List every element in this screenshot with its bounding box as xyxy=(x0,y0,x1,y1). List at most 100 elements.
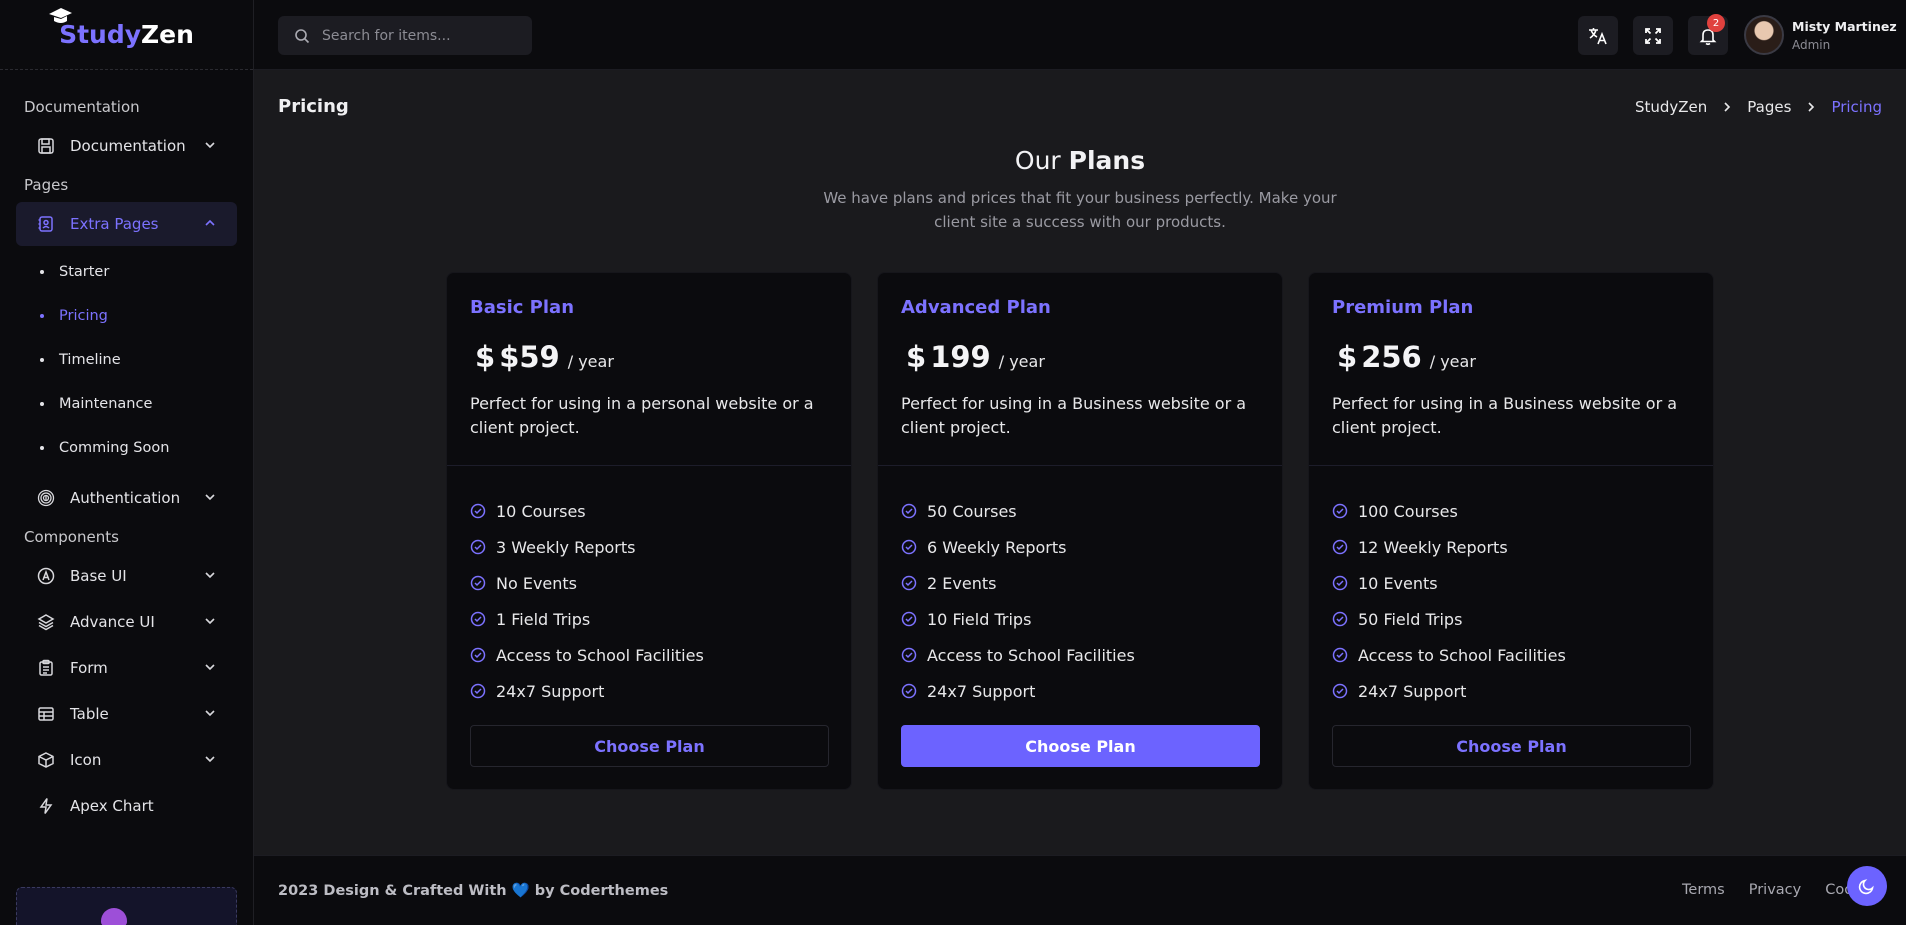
sidebar-item-extra-pages[interactable]: Extra Pages xyxy=(16,202,237,246)
sidebar-item-icon[interactable]: Icon xyxy=(16,738,237,782)
graduation-cap-icon xyxy=(49,8,73,23)
topbar: 2 Misty Martinez Admin xyxy=(254,0,1906,70)
plan-features: 50 Courses 6 Weekly Reports 2 Events 10 … xyxy=(878,466,1282,709)
plan-card-header: Basic Plan $ $59 / year Perfect for usin… xyxy=(447,273,851,466)
lightning-icon xyxy=(36,796,56,816)
footer-link-terms[interactable]: Terms xyxy=(1682,882,1725,898)
sidebar-item-label: Documentation xyxy=(70,137,186,155)
feature-item: 10 Field Trips xyxy=(901,601,1259,637)
user-menu[interactable]: Misty Martinez Admin xyxy=(1744,15,1897,55)
menu-section-documentation: Documentation xyxy=(24,98,140,116)
feature-label: Access to School Facilities xyxy=(496,645,704,665)
logo-text-zen: Zen xyxy=(141,20,194,49)
breadcrumb-item-pages[interactable]: Pages xyxy=(1747,98,1791,116)
footer-link-privacy[interactable]: Privacy xyxy=(1749,882,1802,898)
submenu-item-coming-soon[interactable]: Comming Soon xyxy=(0,426,253,470)
feature-label: 100 Courses xyxy=(1358,501,1458,521)
submenu-item-starter[interactable]: Starter xyxy=(0,250,253,294)
sidebar-item-authentication[interactable]: Authentication xyxy=(16,476,237,520)
sidebar-item-table[interactable]: Table xyxy=(16,692,237,736)
feature-label: 10 Courses xyxy=(496,501,586,521)
footer-text-after: by Coderthemes xyxy=(529,883,669,899)
chevron-down-icon xyxy=(205,494,215,501)
feature-item: 1 Field Trips xyxy=(470,601,828,637)
plan-card-premium: Premium Plan $ 256 / year Perfect for us… xyxy=(1308,272,1714,790)
feature-item: Access to School Facilities xyxy=(901,637,1259,673)
chevron-down-icon xyxy=(205,618,215,625)
check-circle-icon xyxy=(1332,575,1348,591)
theme-toggle-button[interactable] xyxy=(1847,866,1887,906)
plan-card-header: Advanced Plan $ 199 / year Perfect for u… xyxy=(878,273,1282,466)
plan-description: Perfect for using in a Business website … xyxy=(901,394,1247,437)
notifications-button[interactable]: 2 xyxy=(1688,14,1728,55)
pricing-heading: Our Plans xyxy=(254,146,1906,175)
plan-name: Premium Plan xyxy=(1332,297,1474,318)
search-input[interactable] xyxy=(322,27,512,44)
check-circle-icon xyxy=(901,575,917,591)
check-circle-icon xyxy=(901,503,917,519)
submenu-item-pricing[interactable]: Pricing xyxy=(0,294,253,338)
robot-icon xyxy=(101,908,127,925)
check-circle-icon xyxy=(1332,539,1348,555)
clipboard-icon xyxy=(36,658,56,678)
sidebar-item-advance-ui[interactable]: Advance UI xyxy=(16,600,237,644)
fullscreen-icon xyxy=(1645,27,1661,44)
submenu-item-timeline[interactable]: Timeline xyxy=(0,338,253,382)
sidebar-item-base-ui[interactable]: Base UI xyxy=(16,554,237,598)
sidebar-item-form[interactable]: Form xyxy=(16,646,237,690)
plan-name: Advanced Plan xyxy=(901,297,1051,318)
feature-item: 50 Courses xyxy=(901,493,1259,529)
choose-plan-button[interactable]: Choose Plan xyxy=(1332,725,1691,767)
chevron-down-icon xyxy=(205,756,215,763)
feature-label: 10 Field Trips xyxy=(927,609,1032,629)
extra-pages-submenu: Starter Pricing Timeline Maintenance Com… xyxy=(0,248,253,474)
box-icon xyxy=(36,750,56,770)
translate-icon xyxy=(1589,27,1607,44)
feature-label: No Events xyxy=(496,573,578,593)
breadcrumb-item-current: Pricing xyxy=(1831,98,1882,116)
user-info: Misty Martinez Admin xyxy=(1792,19,1897,52)
price-amount: 199 xyxy=(930,340,991,374)
plan-price: $ 199 / year xyxy=(901,340,1259,374)
feature-label: 10 Events xyxy=(1358,573,1438,593)
search-box[interactable] xyxy=(278,16,532,55)
chevron-up-icon xyxy=(205,219,215,226)
app-logo[interactable]: Study Zen xyxy=(49,8,194,49)
breadcrumb-item-home[interactable]: StudyZen xyxy=(1635,98,1707,116)
language-button[interactable] xyxy=(1578,16,1618,55)
feature-item: 24x7 Support xyxy=(1332,673,1690,709)
check-circle-icon xyxy=(470,683,486,699)
feature-item: 2 Events xyxy=(901,565,1259,601)
menu-section-components: Components xyxy=(24,528,119,546)
feature-item: 3 Weekly Reports xyxy=(470,529,828,565)
choose-plan-button[interactable]: Choose Plan xyxy=(470,725,829,767)
sidebar-item-apex-chart[interactable]: Apex Chart xyxy=(16,784,237,828)
check-circle-icon xyxy=(1332,611,1348,627)
check-circle-icon xyxy=(470,611,486,627)
feature-item: Access to School Facilities xyxy=(470,637,828,673)
choose-plan-button[interactable]: Choose Plan xyxy=(901,725,1260,767)
user-name: Misty Martinez xyxy=(1792,18,1897,34)
feature-item: 24x7 Support xyxy=(901,673,1259,709)
feature-label: 12 Weekly Reports xyxy=(1358,537,1508,557)
menu-section-pages: Pages xyxy=(24,176,69,194)
check-circle-icon xyxy=(901,683,917,699)
fullscreen-button[interactable] xyxy=(1633,16,1673,55)
feature-item: 6 Weekly Reports xyxy=(901,529,1259,565)
feature-item: Access to School Facilities xyxy=(1332,637,1690,673)
user-role: Admin xyxy=(1792,37,1831,52)
feature-label: 6 Weekly Reports xyxy=(927,537,1067,557)
page-title: Pricing xyxy=(278,96,349,117)
feature-label: Access to School Facilities xyxy=(1358,645,1566,665)
check-circle-icon xyxy=(1332,647,1348,663)
sidebar-item-documentation[interactable]: Documentation xyxy=(16,124,237,168)
feature-label: 50 Field Trips xyxy=(1358,609,1463,629)
sidebar-promo-card xyxy=(16,887,237,925)
feature-label: 24x7 Support xyxy=(1358,681,1467,701)
submenu-item-maintenance[interactable]: Maintenance xyxy=(0,382,253,426)
sidebar-item-label: Extra Pages xyxy=(70,215,159,233)
search-icon xyxy=(295,28,310,43)
check-circle-icon xyxy=(470,647,486,663)
price-currency: $ xyxy=(906,340,927,374)
chevron-down-icon xyxy=(205,572,215,579)
